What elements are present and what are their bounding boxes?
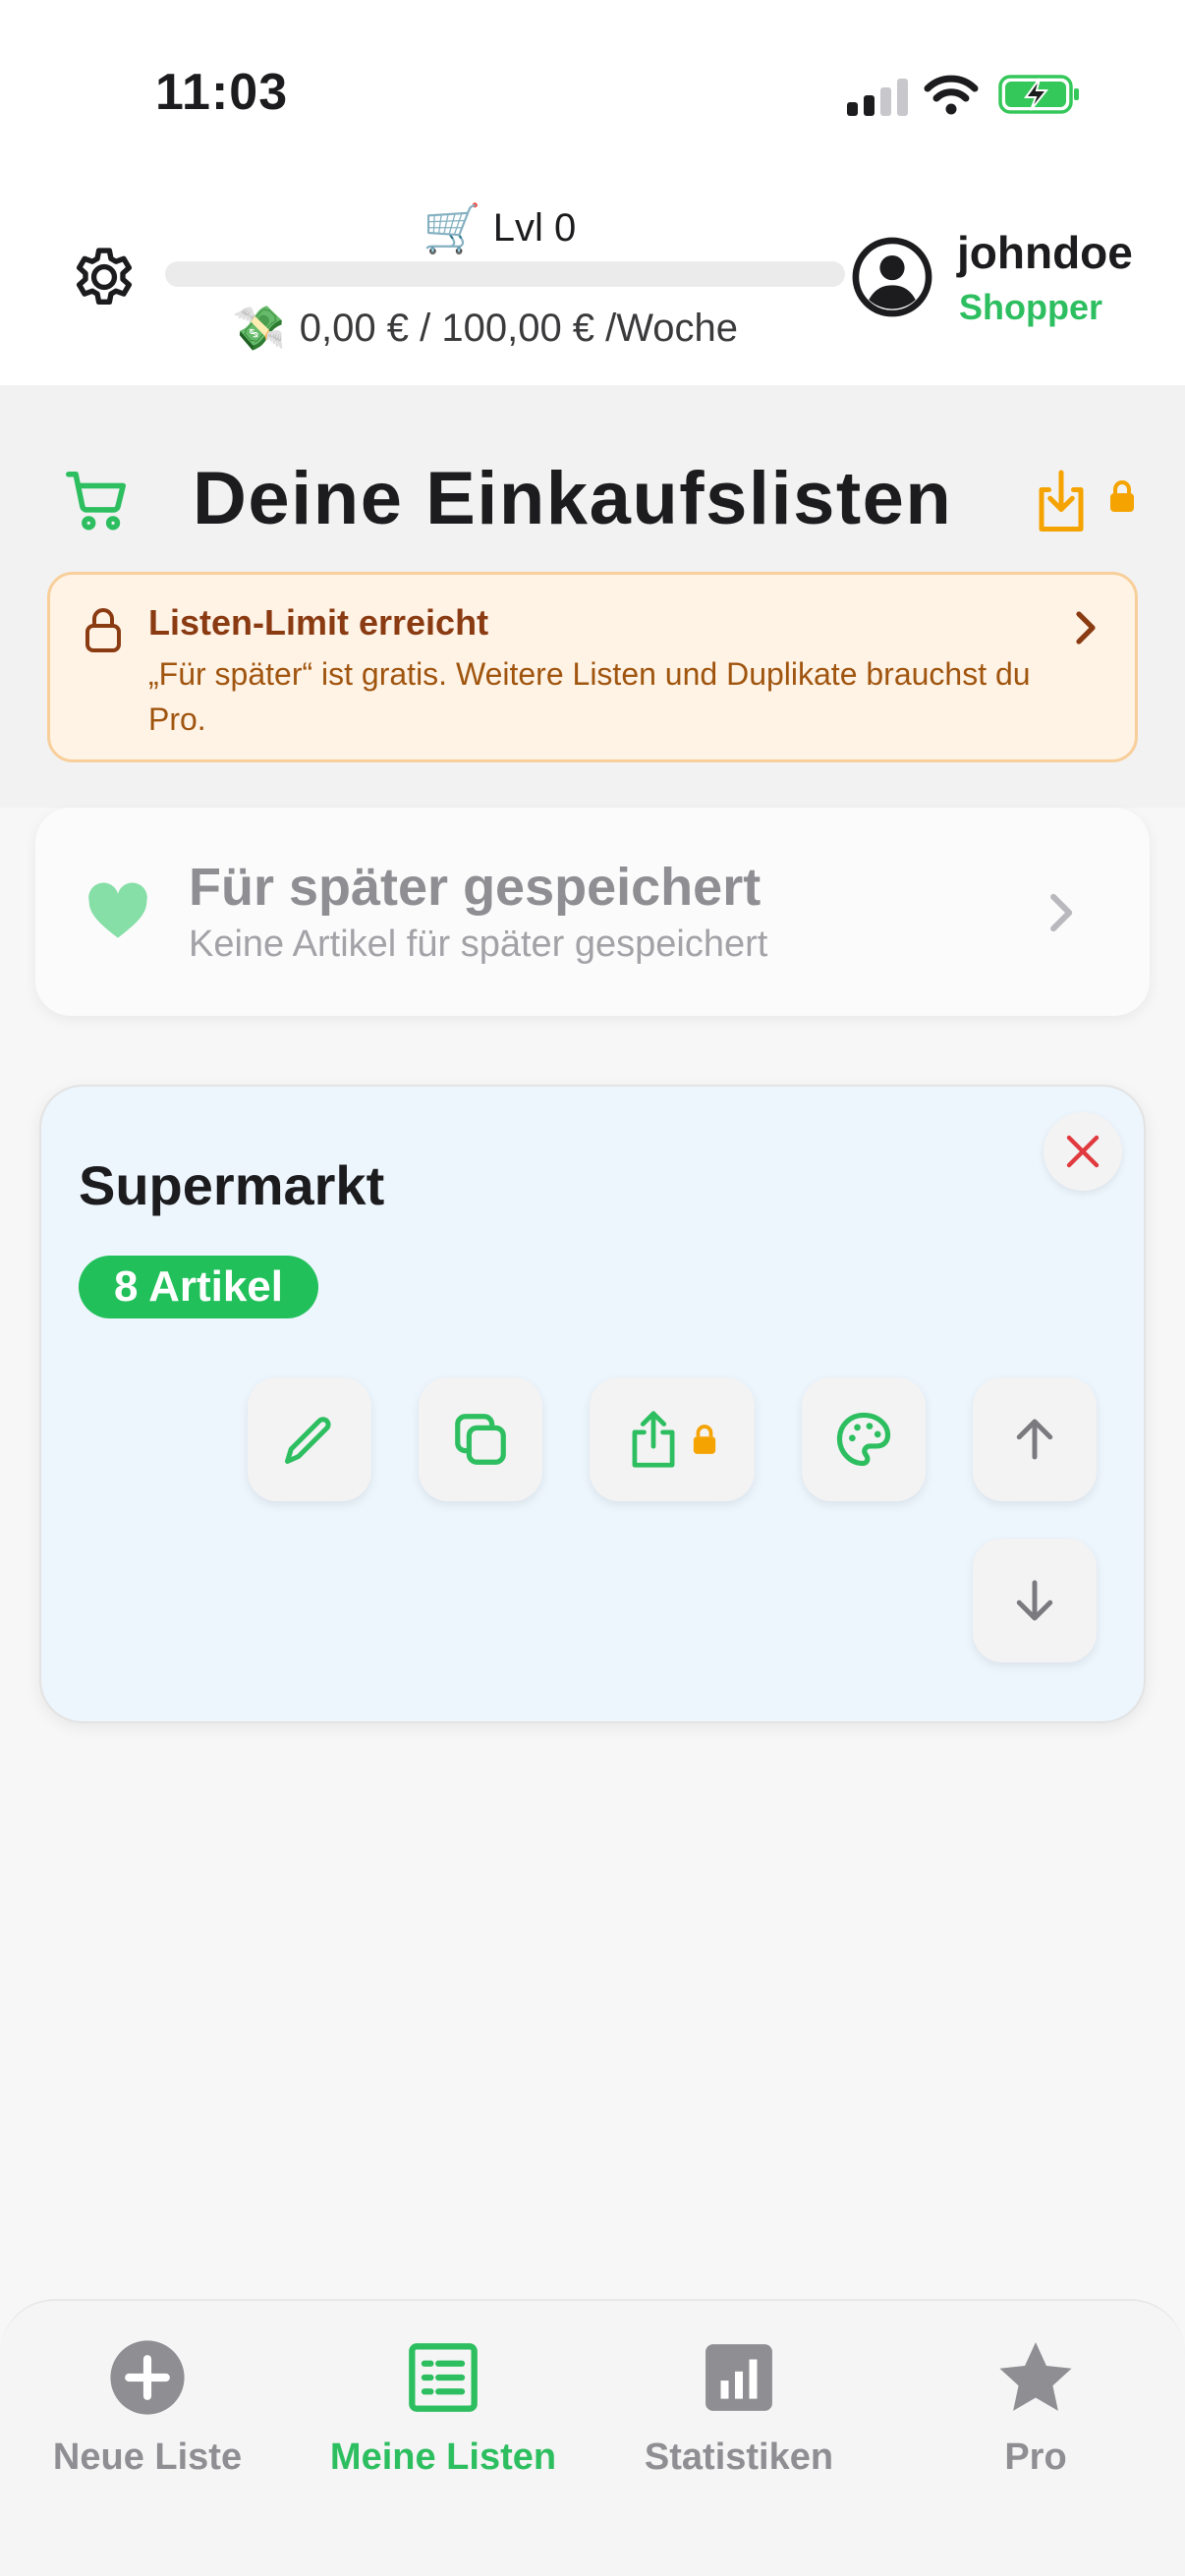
user-role: Shopper — [959, 287, 1103, 327]
tab-label: Statistiken — [644, 2436, 834, 2478]
shopping-list-card[interactable]: Supermarkt 8 Artikel — [39, 1085, 1146, 1723]
tab-label: Meine Listen — [329, 2436, 557, 2478]
tab-label: Neue Liste — [52, 2436, 243, 2478]
level-indicator: 🛒 Lvl 0 — [423, 200, 576, 256]
app-header: 🛒 Lvl 0 💸 0,00 € / 100,00 € /Woche johnd… — [0, 177, 1185, 385]
chevron-right-icon — [1076, 611, 1096, 644]
wifi-icon — [924, 75, 979, 115]
share-list-button[interactable] — [590, 1377, 755, 1501]
weekly-budget: 💸 0,00 € / 100,00 € /Woche — [232, 303, 738, 354]
settings-button[interactable] — [63, 236, 145, 318]
pencil-icon — [285, 1417, 331, 1464]
heart-icon — [88, 882, 147, 938]
level-progress-bar — [165, 261, 845, 287]
list-name: Supermarkt — [79, 1154, 385, 1216]
saved-for-later-title: Für später gespeichert — [189, 858, 762, 917]
money-with-wings-icon: 💸 — [232, 305, 286, 353]
gear-icon — [76, 248, 133, 306]
page-title: Deine Einkaufslisten — [193, 457, 953, 540]
plus-circle-icon — [106, 2336, 189, 2419]
duplicate-icon — [455, 1414, 506, 1465]
lists-title-section: Deine Einkaufslisten Listen-Limit erreic… — [0, 385, 1185, 808]
budget-label: 0,00 € / 100,00 € /Woche — [299, 306, 739, 350]
limit-banner-text: „Für später“ ist gratis. Weitere Listen … — [148, 656, 1031, 737]
level-label: Lvl 0 — [492, 206, 577, 250]
tab-my-lists[interactable]: Meine Listen — [296, 2336, 591, 2503]
lock-outline-icon — [85, 608, 121, 652]
delete-list-button[interactable] — [1044, 1112, 1122, 1191]
list-color-button[interactable] — [802, 1377, 926, 1501]
chart-icon — [698, 2336, 780, 2419]
lock-icon — [1110, 480, 1134, 512]
star-icon — [994, 2336, 1077, 2419]
list-icon — [402, 2336, 484, 2419]
edit-list-button[interactable] — [248, 1377, 371, 1501]
tab-statistics[interactable]: Statistiken — [592, 2336, 886, 2503]
arrow-down-icon — [1016, 1580, 1053, 1621]
cellular-signal-icon — [847, 79, 908, 116]
saved-for-later-card[interactable]: Für später gespeichert Keine Artikel für… — [35, 808, 1150, 1016]
battery-charging-icon — [998, 75, 1079, 114]
tab-new-list[interactable]: Neue Liste — [0, 2336, 295, 2503]
close-icon — [1066, 1135, 1100, 1168]
shopping-cart-icon — [66, 471, 127, 531]
profile-avatar-icon[interactable] — [851, 236, 933, 318]
saved-for-later-subtitle: Keine Artikel für später gespeichert — [189, 924, 768, 965]
move-up-button[interactable] — [973, 1377, 1097, 1501]
share-icon — [632, 1411, 675, 1468]
arrow-up-icon — [1016, 1419, 1053, 1460]
chevron-right-icon — [1050, 893, 1073, 932]
download-tray-icon — [1039, 470, 1084, 532]
list-limit-banner[interactable]: Listen-Limit erreicht „Für später“ ist g… — [47, 572, 1138, 762]
status-bar: 11:03 — [0, 0, 1185, 177]
palette-icon — [836, 1412, 891, 1467]
item-count-badge: 8 Artikel — [79, 1256, 319, 1318]
tab-pro[interactable]: Pro — [888, 2336, 1183, 2503]
tab-bar: Neue Liste Meine Listen Statistiken Pro — [0, 2299, 1185, 2576]
move-down-button[interactable] — [973, 1539, 1097, 1662]
limit-banner-title: Listen-Limit erreicht — [148, 602, 489, 643]
tab-label: Pro — [1004, 2436, 1067, 2478]
username[interactable]: johndoe — [957, 226, 1133, 279]
status-time: 11:03 — [155, 64, 289, 121]
import-list-button[interactable] — [1032, 468, 1142, 538]
lock-icon — [693, 1425, 716, 1454]
duplicate-list-button[interactable] — [419, 1377, 542, 1501]
shopping-cart-emoji-icon: 🛒 — [423, 203, 481, 255]
